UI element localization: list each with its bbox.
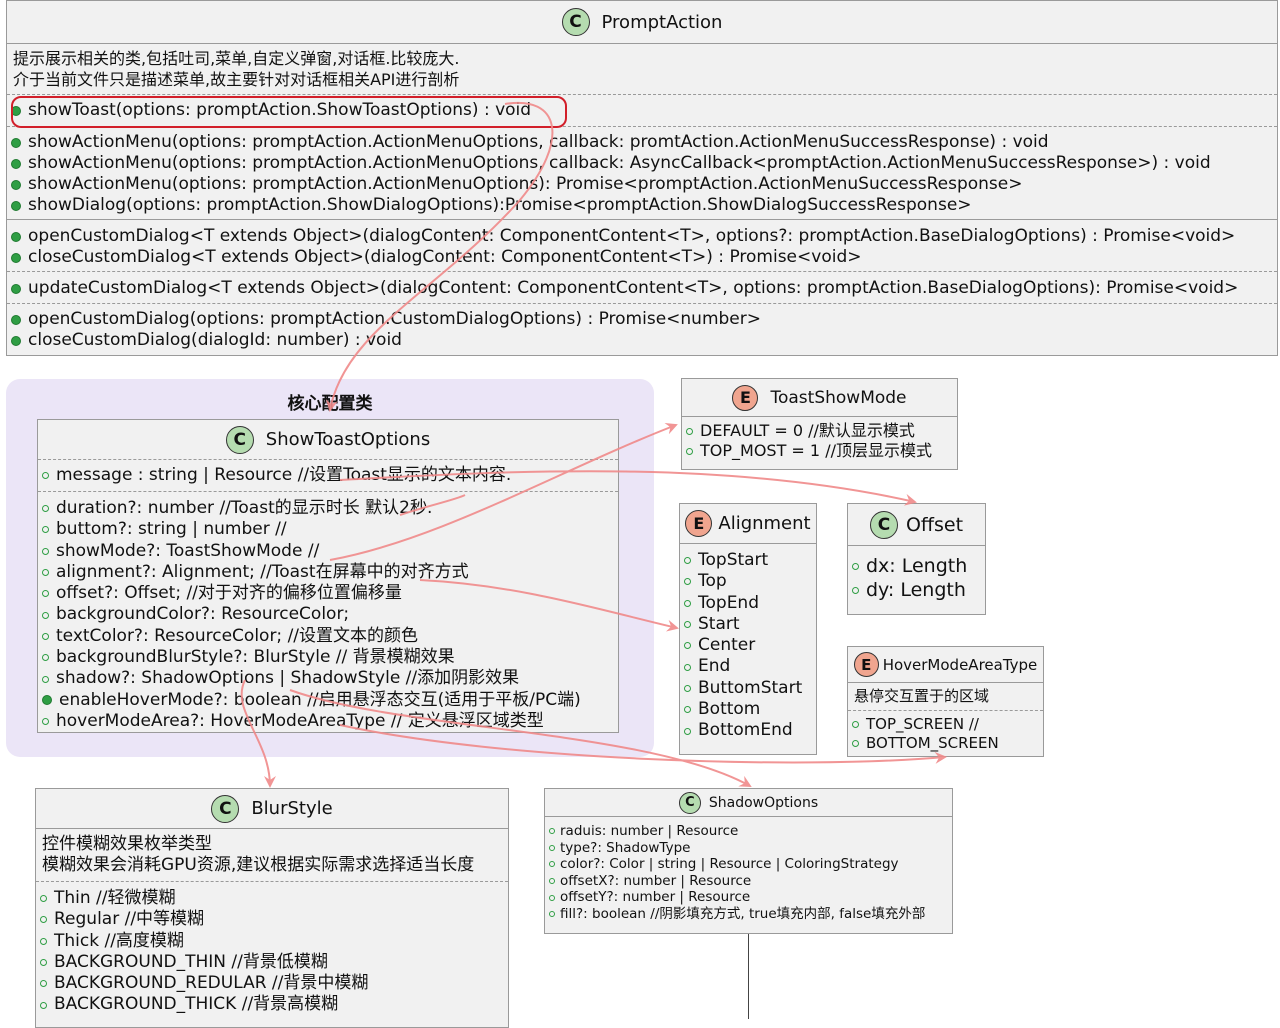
arrow-shadow-to-shadowoptions [289,689,752,787]
arrow-hover-to-hovermodeareatype [339,724,947,764]
arrow-showmode-to-toastshowmode [329,423,678,561]
arrow-duration-link [399,494,466,516]
arrow-prompt-to-toastoptions [325,101,554,412]
arrow-message-to-offset [339,470,917,506]
relation-arrows [240,101,947,788]
arrow-blur-to-blurstyle [240,679,276,788]
arrow-alignment-to-alignment [419,579,679,632]
